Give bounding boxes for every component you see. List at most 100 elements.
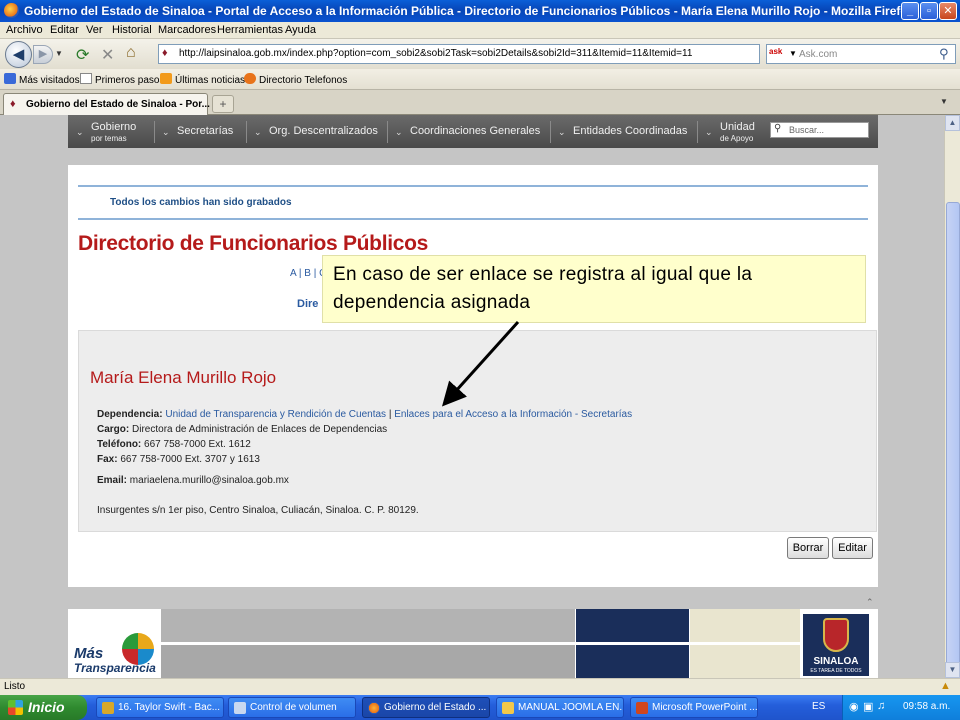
status-bar: Listo ▲ bbox=[0, 678, 960, 695]
bookmark-primeros-pasos[interactable]: Primeros pasos bbox=[80, 73, 164, 86]
footer: ⌃ Más Transparencia SINALOA ES TAREA DE … bbox=[68, 597, 878, 678]
reload-icon[interactable]: ⟳ bbox=[76, 45, 89, 65]
windows-logo-icon bbox=[8, 700, 23, 715]
site-favicon-icon: ♦ bbox=[162, 47, 168, 59]
chevron-down-icon: ⌄ bbox=[395, 127, 403, 137]
language-indicator[interactable]: ES bbox=[812, 701, 825, 712]
minimize-button[interactable]: _ bbox=[901, 2, 919, 20]
menu-herramientas[interactable]: Herramientas bbox=[217, 24, 283, 36]
menu-ver[interactable]: Ver bbox=[86, 24, 103, 36]
tray-network-icon[interactable]: ▣ bbox=[863, 700, 873, 713]
footer-banner-navy bbox=[576, 609, 689, 678]
task-powerpoint[interactable]: Microsoft PowerPoint ... bbox=[630, 697, 758, 718]
bookmark-directorio-telefonos[interactable]: Directorio Telefonos bbox=[244, 73, 347, 86]
navigation-toolbar: ◀ ▶ ▼ ⟳ ✕ ⌂ ♦ http://laipsinaloa.gob.mx/… bbox=[0, 39, 960, 69]
footer-banner-gray bbox=[161, 609, 575, 678]
window-title: Gobierno del Estado de Sinaloa - Portal … bbox=[24, 4, 915, 18]
tab-gobierno[interactable]: ♦ Gobierno del Estado de Sinaloa - Por..… bbox=[3, 93, 210, 115]
directory-link[interactable]: Dire bbox=[297, 298, 318, 310]
menu-editar[interactable]: Editar bbox=[50, 24, 79, 36]
borrar-button[interactable]: Borrar bbox=[787, 537, 829, 559]
alphabet-index[interactable]: A | B | C bbox=[290, 268, 326, 279]
nav-unidad-de-apoyo[interactable]: ⌄ Unidad de Apoyo bbox=[697, 115, 767, 148]
bookmark-mas-visitados[interactable]: Más visitados bbox=[4, 73, 80, 86]
task-taylor-swift[interactable]: 16. Taylor Swift - Bac... bbox=[96, 697, 224, 718]
annotation-arrow bbox=[441, 320, 520, 407]
ask-engine-icon[interactable]: ask bbox=[769, 47, 789, 61]
speaker-icon bbox=[234, 702, 246, 714]
chevron-down-icon: ⌄ bbox=[705, 127, 713, 137]
powerpoint-icon bbox=[636, 702, 648, 714]
vertical-scrollbar[interactable]: ▲ ▼ bbox=[944, 115, 960, 720]
url-bar[interactable]: ♦ http://laipsinaloa.gob.mx/index.php?op… bbox=[158, 44, 912, 64]
window-titlebar: Gobierno del Estado de Sinaloa - Portal … bbox=[0, 0, 960, 22]
engine-dropdown-icon[interactable]: ▼ bbox=[789, 49, 797, 58]
scroll-top-icon[interactable]: ⌃ bbox=[866, 597, 874, 608]
bookmark-ultimas-noticias[interactable]: Últimas noticias bbox=[160, 73, 245, 86]
nav-entidades-coordinadas[interactable]: ⌄ Entidades Coordinadas bbox=[550, 115, 697, 148]
nav-org-descentralizados[interactable]: ⌄ Org. Descentralizados bbox=[246, 115, 387, 148]
divider bbox=[78, 218, 868, 220]
bookmarks-toolbar: Más visitados Primeros pasos Últimas not… bbox=[0, 69, 960, 90]
new-tab-button[interactable]: + bbox=[212, 95, 234, 113]
folder-icon bbox=[4, 73, 16, 84]
email-row: Email: mariaelena.murillo@sinaloa.gob.mx bbox=[97, 475, 289, 486]
addon-icon[interactable]: ▲ bbox=[940, 680, 951, 692]
start-button[interactable]: Inicio bbox=[0, 695, 87, 720]
tray-shield-icon[interactable]: ◉ bbox=[849, 700, 859, 713]
system-tray: ◉ ▣ ♫ 09:58 a.m. bbox=[842, 695, 960, 720]
nav-coordinaciones-generales[interactable]: ⌄ Coordinaciones Generales bbox=[387, 115, 550, 148]
firefox-icon bbox=[368, 702, 380, 714]
search-input[interactable]: Ask.com bbox=[799, 49, 837, 60]
back-button[interactable]: ◀ bbox=[5, 41, 32, 68]
tab-title: Gobierno del Estado de Sinaloa - Por... bbox=[26, 99, 210, 110]
menu-ayuda[interactable]: Ayuda bbox=[285, 24, 316, 36]
windows-taskbar: Inicio 16. Taylor Swift - Bac... Control… bbox=[0, 695, 960, 720]
page-viewport: ⌄ Gobierno por temas ⌄ Secretarías ⌄ Org… bbox=[0, 115, 944, 678]
url-text[interactable]: http://laipsinaloa.gob.mx/index.php?opti… bbox=[179, 48, 692, 59]
menu-historial[interactable]: Historial bbox=[112, 24, 152, 36]
nav-secretarias[interactable]: ⌄ Secretarías bbox=[154, 115, 246, 148]
editar-button[interactable]: Editar bbox=[832, 537, 873, 559]
menu-marcadores[interactable]: Marcadores bbox=[158, 24, 216, 36]
task-gobierno-estado[interactable]: Gobierno del Estado ... bbox=[362, 697, 490, 718]
saved-message: Todos los cambios han sido grabados bbox=[110, 197, 292, 208]
site-favicon-icon: ♦ bbox=[10, 98, 16, 110]
stop-icon[interactable]: ✕ bbox=[101, 45, 114, 65]
mas-transparencia-logo: Más Transparencia bbox=[72, 633, 158, 678]
rss-icon bbox=[160, 73, 172, 84]
person-name: María Elena Murillo Rojo bbox=[90, 368, 277, 387]
address-row: Insurgentes s/n 1er piso, Centro Sinaloa… bbox=[97, 505, 419, 516]
dependencia-link-unidad[interactable]: Unidad de Transparencia y Rendición de C… bbox=[165, 409, 386, 420]
site-search-input[interactable]: ⚲ Buscar... bbox=[770, 122, 869, 138]
page-title: Directorio de Funcionarios Públicos bbox=[78, 232, 429, 255]
footer-banner-beige bbox=[690, 609, 800, 678]
close-button[interactable]: ✕ bbox=[939, 2, 957, 20]
chevron-down-icon: ⌄ bbox=[76, 127, 84, 137]
telefono-row: Teléfono: 667 758-7000 Ext. 1612 bbox=[97, 439, 251, 450]
screen: Gobierno del Estado de Sinaloa - Portal … bbox=[0, 0, 960, 720]
folder-icon bbox=[502, 702, 514, 714]
scroll-thumb[interactable] bbox=[946, 202, 960, 720]
nav-gobierno[interactable]: ⌄ Gobierno por temas bbox=[68, 115, 154, 148]
sinaloa-logo: SINALOA ES TAREA DE TODOS bbox=[803, 614, 869, 676]
task-control-volumen[interactable]: Control de volumen bbox=[228, 697, 356, 718]
menu-archivo[interactable]: Archivo bbox=[6, 24, 43, 36]
maximize-button[interactable]: ▫ bbox=[920, 2, 938, 20]
divider bbox=[78, 185, 868, 187]
home-icon[interactable]: ⌂ bbox=[126, 44, 136, 62]
search-box[interactable]: ask ▼ Ask.com ⚲ bbox=[766, 44, 956, 64]
search-icon[interactable]: ⚲ bbox=[939, 46, 949, 62]
scroll-down-icon[interactable]: ▼ bbox=[945, 662, 960, 678]
scroll-up-icon[interactable]: ▲ bbox=[945, 115, 960, 131]
clock: 09:58 a.m. bbox=[903, 701, 951, 712]
tab-list-dropdown-icon[interactable]: ▼ bbox=[940, 97, 948, 106]
media-player-icon bbox=[102, 702, 114, 714]
task-manual-joomla[interactable]: MANUAL JOOMLA EN... bbox=[496, 697, 624, 718]
history-dropdown-icon[interactable]: ▼ bbox=[55, 49, 63, 58]
firefox-icon bbox=[4, 3, 19, 18]
tray-speaker-icon[interactable]: ♫ bbox=[877, 700, 885, 712]
forward-button[interactable]: ▶ bbox=[33, 45, 53, 64]
chevron-down-icon: ⌄ bbox=[254, 127, 262, 137]
menu-bar: Archivo Editar Ver Historial Marcadores … bbox=[0, 22, 960, 39]
